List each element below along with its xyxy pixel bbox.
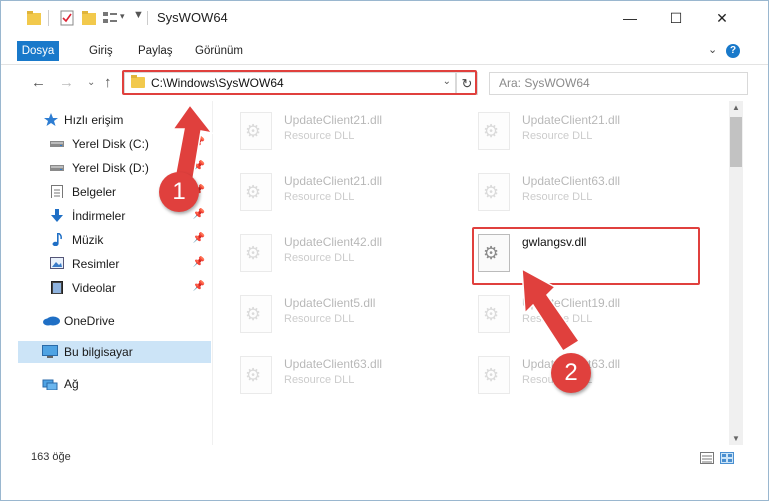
arrow-to-file [521,267,581,353]
explorer-window: ▾ ▼ SysWOW64 — ☐ ✕ Dosya Giriş Paylaş Gö… [0,0,769,501]
step-badge-1: 1 [159,172,199,212]
arrow-to-address [171,103,214,180]
callout-arrows [171,103,581,353]
step-badge-2: 2 [551,353,591,393]
